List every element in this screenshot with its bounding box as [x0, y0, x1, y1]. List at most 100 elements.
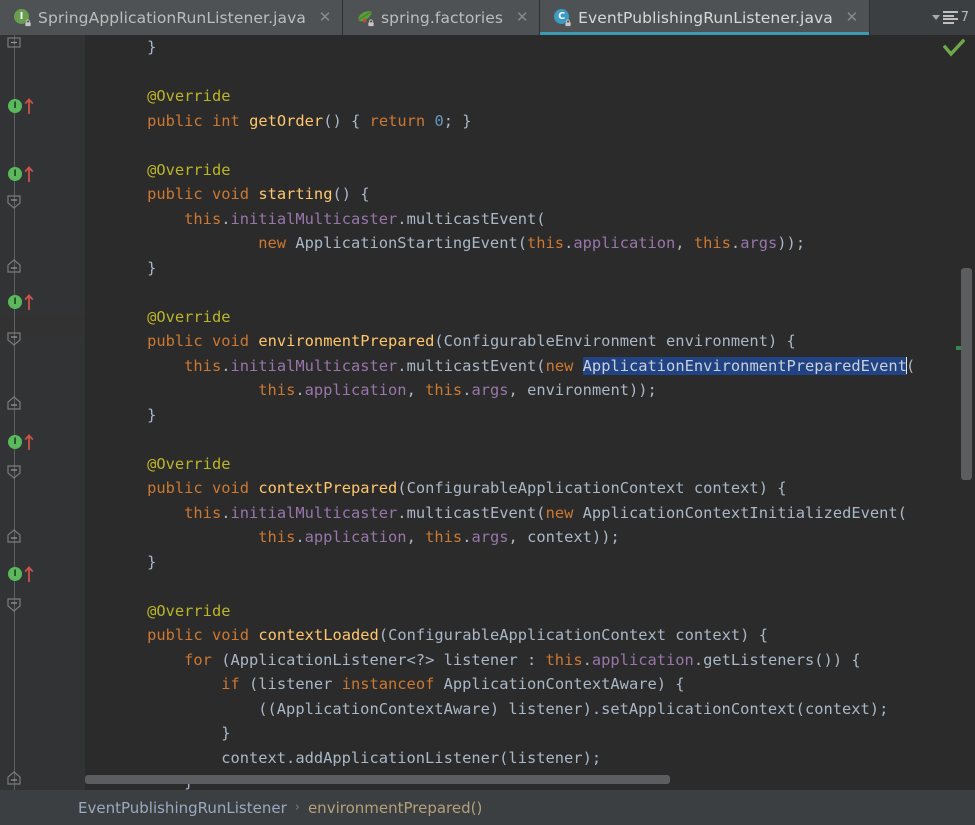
code-line[interactable]: this.initialMulticaster.multicastEvent(n… [85, 501, 915, 526]
code-token: application [573, 234, 676, 252]
code-token: . [295, 528, 305, 546]
code-line[interactable]: } [85, 256, 915, 281]
code-token: @Override [147, 160, 231, 179]
code-token: args [471, 381, 509, 399]
code-line[interactable]: context.addApplicationListener(listener)… [85, 746, 915, 771]
code-line[interactable]: public void starting() { [85, 182, 915, 207]
code-line[interactable]: this.initialMulticaster.multicastEvent( [85, 207, 915, 232]
code-line[interactable]: @Override [85, 84, 915, 109]
code-token: .multicastEvent( [397, 209, 546, 228]
code-line[interactable]: @Override [85, 305, 915, 330]
code-line[interactable]: if (listener instanceof ApplicationConte… [85, 672, 915, 697]
code-token: int [211, 111, 240, 130]
java-class-icon: C [554, 9, 572, 27]
override-method-gutter-icon[interactable]: I [8, 433, 38, 451]
interface-marker-badge: I [8, 295, 22, 309]
code-folding-column[interactable] [57, 35, 85, 790]
breadcrumb: EventPublishingRunListener › environment… [0, 790, 975, 825]
tab-event-publishing-run-listener[interactable]: C EventPublishingRunListener.java ✕ [540, 0, 870, 35]
editor-gutter[interactable] [0, 35, 57, 790]
code-line[interactable]: } [85, 403, 915, 428]
code-line[interactable]: this.application, this.args, context)); [85, 525, 915, 550]
code-line[interactable]: } [85, 35, 915, 60]
fold-marker-expand-environment-prepared[interactable] [5, 332, 23, 346]
code-line[interactable]: } [85, 550, 915, 575]
fold-marker-end-starting[interactable] [5, 259, 23, 273]
code-line[interactable]: public void environmentPrepared(Configur… [85, 329, 915, 354]
breadcrumb-item-method[interactable]: environmentPrepared() [308, 799, 482, 817]
code-token: void [211, 479, 250, 497]
code-line[interactable]: public int getOrder() { return 0; } [85, 109, 915, 134]
breadcrumb-separator: › [294, 800, 300, 815]
interface-marker-badge: I [8, 435, 22, 449]
code-token: () { [323, 111, 370, 130]
code-line[interactable] [85, 427, 915, 452]
code-token: (ApplicationListener<?> listener : [211, 650, 546, 669]
code-token: (ConfigurableEnvironment environment) { [434, 332, 796, 350]
override-method-gutter-icon[interactable]: I [8, 97, 38, 115]
code-token: . [221, 503, 231, 522]
code-text-area[interactable]: } @Override public int getOrder() { retu… [85, 35, 975, 790]
tab-close-icon[interactable]: ✕ [515, 10, 529, 25]
code-line[interactable] [85, 574, 915, 599]
selected-text: ApplicationEnvironmentPreparedEvent [582, 356, 907, 375]
code-token: . [295, 381, 305, 399]
code-line[interactable]: } [85, 721, 915, 746]
code-line[interactable]: public void contextLoaded(ConfigurableAp… [85, 623, 915, 648]
chevron-down-icon[interactable] [931, 15, 940, 20]
code-line[interactable]: this.application, this.args, environment… [85, 378, 915, 403]
code-line[interactable]: this.initialMulticaster.multicastEvent(n… [85, 354, 915, 379]
tab-spring-application-run-listener[interactable]: I SpringApplicationRunListener.java ✕ [0, 0, 343, 35]
fold-marker-collapse-top[interactable] [5, 37, 23, 51]
override-method-gutter-icon[interactable]: I [8, 293, 38, 311]
fold-marker-expand-context-loaded[interactable] [5, 598, 23, 612]
override-method-gutter-icon[interactable]: I [8, 165, 38, 183]
arrow-up-icon [24, 434, 34, 450]
fold-marker-end-context-prepared[interactable] [5, 529, 23, 543]
code-line[interactable]: ((ApplicationContextAware) listener).set… [85, 697, 915, 722]
arrow-up-icon [24, 98, 34, 114]
tab-close-icon[interactable]: ✕ [318, 10, 332, 25]
vertical-scrollbar-thumb[interactable] [961, 268, 972, 480]
code-token: (listener [239, 675, 342, 693]
code-line[interactable]: @Override [85, 158, 915, 183]
code-line[interactable] [85, 280, 915, 305]
code-line[interactable]: public void contextPrepared(Configurable… [85, 476, 915, 501]
code-token: this [693, 234, 731, 252]
code-line[interactable]: @Override [85, 599, 915, 624]
fold-marker-end-environment-prepared[interactable] [5, 396, 23, 410]
fold-marker-expand-starting[interactable] [5, 195, 23, 209]
code-token: this [425, 528, 463, 546]
code-token: args [471, 528, 509, 546]
code-token: this [545, 650, 583, 669]
code-lines[interactable]: } @Override public int getOrder() { retu… [85, 35, 915, 790]
tab-overflow-control[interactable]: 7 [923, 0, 975, 35]
tab-close-icon[interactable]: ✕ [845, 10, 859, 25]
code-token: void [211, 185, 250, 203]
code-line[interactable]: for (ApplicationListener<?> listener : t… [85, 648, 915, 673]
code-token: new [545, 503, 574, 522]
code-line[interactable]: new ApplicationStartingEvent(this.applic… [85, 231, 915, 256]
tab-spring-factories[interactable]: spring.factories ✕ [343, 0, 541, 35]
code-token: for [184, 650, 212, 669]
code-token: getOrder [249, 111, 324, 130]
tab-list-icon[interactable] [942, 11, 958, 24]
code-token: ( [905, 356, 916, 375]
code-editor[interactable]: I I I I I } @Override public int getOrder() … [0, 35, 975, 790]
inspection-ok-icon[interactable] [943, 39, 965, 57]
fold-marker-end-context-loaded[interactable] [5, 771, 23, 785]
override-method-gutter-icon[interactable]: I [8, 565, 38, 583]
code-token: , [675, 234, 694, 252]
fold-marker-expand-context-prepared[interactable] [5, 465, 23, 479]
breadcrumb-item-class[interactable]: EventPublishingRunListener [78, 799, 287, 817]
code-line[interactable] [85, 60, 915, 85]
code-token: } [110, 405, 157, 424]
code-line[interactable]: @Override [85, 452, 915, 477]
code-token: contextPrepared [258, 479, 398, 497]
code-line[interactable] [85, 133, 915, 158]
horizontal-scrollbar-thumb[interactable] [85, 775, 670, 784]
